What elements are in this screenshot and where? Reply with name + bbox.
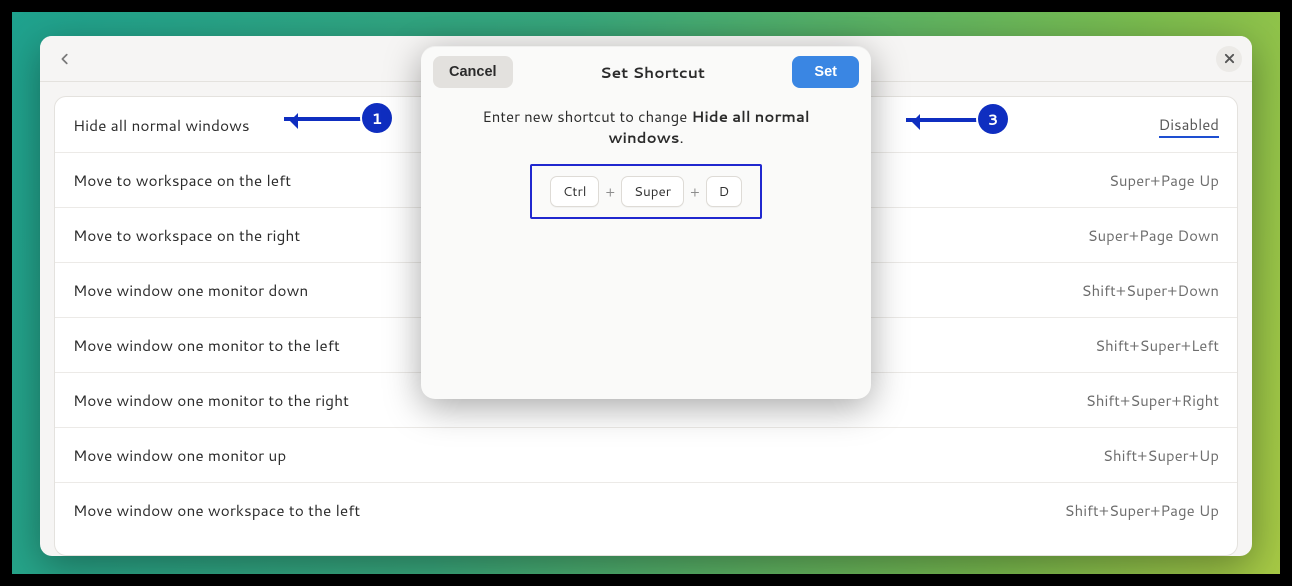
shortcut-row-label: Move window one monitor to the right xyxy=(73,389,349,411)
shortcut-value: Super+Page Up xyxy=(1109,170,1219,191)
shortcut-keys-display: Ctrl+Super+D xyxy=(530,164,762,219)
dialog-prompt: Enter new shortcut to change Hide all no… xyxy=(447,106,845,148)
key-super: Super xyxy=(621,176,684,207)
plus-separator: + xyxy=(690,182,700,202)
shortcut-row-label: Move window one monitor down xyxy=(73,279,308,301)
shortcut-row-label: Move to workspace on the left xyxy=(73,169,291,191)
shortcut-value: Shift+Super+Left xyxy=(1095,335,1219,356)
shortcut-row-label: Move window one workspace to the left xyxy=(73,499,360,521)
shortcut-row-label: Move window one monitor to the left xyxy=(73,334,340,356)
shortcut-value: Shift+Super+Page Up xyxy=(1065,500,1220,521)
shortcut-value: Disabled xyxy=(1159,114,1219,135)
shortcut-row[interactable]: Move window one workspace to the left Shi… xyxy=(55,482,1237,537)
shortcut-row-label: Move to workspace on the right xyxy=(73,224,300,246)
close-icon xyxy=(1224,53,1235,64)
shortcut-row-label: Move window one monitor up xyxy=(73,444,286,466)
key-d: D xyxy=(706,176,743,207)
shortcut-value: Super+Page Down xyxy=(1088,225,1219,246)
shortcut-value: Shift+Super+Down xyxy=(1082,280,1219,301)
dialog-header: Cancel Set Shortcut Set xyxy=(421,46,871,96)
shortcut-value: Shift+Super+Right xyxy=(1086,390,1219,411)
key-ctrl: Ctrl xyxy=(550,176,600,207)
set-button[interactable]: Set xyxy=(792,56,859,88)
shortcut-row[interactable]: Move window one monitor up Shift+Super+Up xyxy=(55,427,1237,482)
set-shortcut-dialog: Cancel Set Shortcut Set Enter new shortc… xyxy=(421,46,871,399)
cancel-button[interactable]: Cancel xyxy=(433,56,513,88)
shortcut-value: Shift+Super+Up xyxy=(1103,445,1219,466)
plus-separator: + xyxy=(605,182,615,202)
back-button[interactable] xyxy=(50,44,80,74)
shortcut-row-label: Hide all normal windows xyxy=(73,114,250,136)
chevron-left-icon xyxy=(58,52,72,66)
close-button[interactable] xyxy=(1216,46,1242,72)
dialog-title: Set Shortcut xyxy=(600,61,705,83)
